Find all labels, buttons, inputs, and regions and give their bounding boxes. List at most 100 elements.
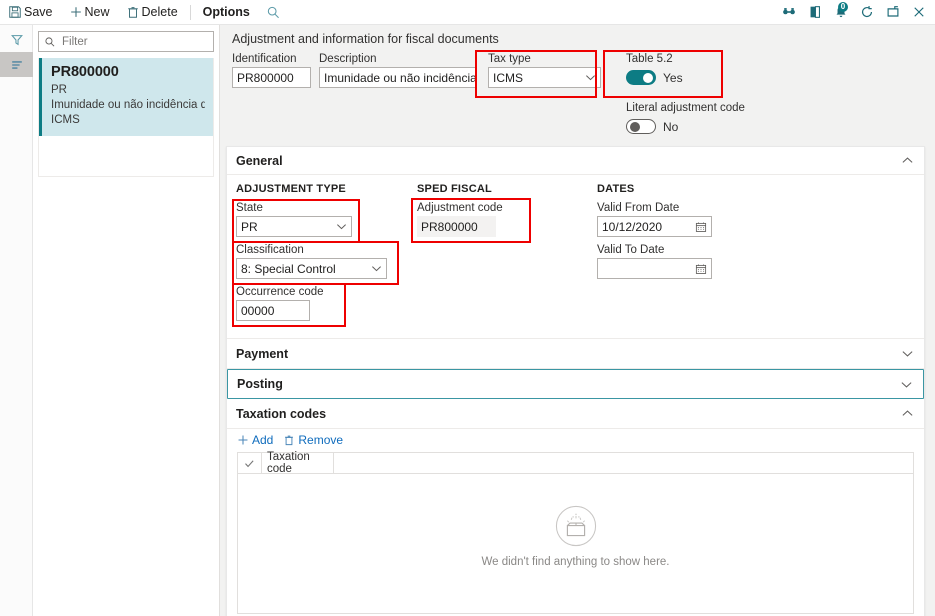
page-title: Adjustment and information for fiscal do… <box>232 32 499 46</box>
state-field: State PR <box>232 199 417 243</box>
sign-out-button[interactable] <box>803 0 827 24</box>
list-item-title: PR800000 <box>51 64 119 80</box>
trash-icon <box>283 434 295 446</box>
identification-input[interactable]: PR800000 <box>232 67 311 88</box>
list-item-line2: PR <box>51 84 67 96</box>
delete-button[interactable]: Delete <box>118 0 186 24</box>
options-button[interactable]: Options <box>195 0 258 24</box>
section-general-header[interactable]: General <box>227 147 924 174</box>
remove-button[interactable]: Remove <box>283 433 343 447</box>
calendar-icon[interactable] <box>695 221 707 233</box>
add-label: Add <box>252 433 274 447</box>
group-adjustment-type-title: ADJUSTMENT TYPE <box>236 183 346 195</box>
calendar-icon[interactable] <box>695 263 707 275</box>
classification-dropdown[interactable]: 8: Special Control <box>236 258 387 279</box>
identification-label: Identification <box>232 53 297 65</box>
left-icon-rail <box>0 25 33 616</box>
literal-adjustment-code-toggle-row: No <box>626 116 756 137</box>
select-all-checkbox[interactable] <box>238 453 262 473</box>
list-item-line3: Imunidade ou não incidência do im... <box>51 99 205 111</box>
valid-to-date-field: Valid To Date <box>597 244 797 279</box>
state-value: PR <box>241 219 258 234</box>
add-button[interactable]: Add <box>237 433 273 447</box>
group-sped-fiscal-title: SPED FISCAL <box>417 183 492 195</box>
tax-type-dropdown[interactable]: ICMS <box>488 67 601 88</box>
toolbar-search-button[interactable] <box>258 0 289 24</box>
filter-pane-button[interactable] <box>0 27 33 52</box>
new-button[interactable]: New <box>61 0 118 24</box>
list-view-button[interactable] <box>0 52 33 77</box>
chevron-down-icon <box>332 221 347 232</box>
description-input[interactable]: Imunidade ou não incidência... <box>319 67 476 88</box>
close-button[interactable] <box>907 0 931 24</box>
search-input[interactable] <box>60 34 208 49</box>
toolbar-divider <box>189 4 191 20</box>
list-view-icon <box>10 58 24 72</box>
empty-state: We didn't find anything to show here. <box>238 505 913 568</box>
grid-header-row: Taxation code <box>238 451 913 475</box>
tax-type-label: Tax type <box>488 53 531 65</box>
occurrence-code-input[interactable]: 00000 <box>236 300 310 321</box>
valid-from-date-label: Valid From Date <box>597 202 680 214</box>
options-label: Options <box>202 5 250 19</box>
adjustment-code-label: Adjustment code <box>417 202 503 214</box>
command-group: Save New Delete Options <box>0 0 289 24</box>
adjustment-code-value: PR800000 <box>417 216 496 237</box>
notifications-button[interactable]: 0 <box>829 0 853 24</box>
section-payment-header[interactable]: Payment <box>227 339 924 368</box>
chevron-down-icon <box>367 263 382 274</box>
plus-icon <box>237 434 249 446</box>
valid-to-date-input[interactable] <box>597 258 712 279</box>
valid-to-date-label: Valid To Date <box>597 244 665 256</box>
adjustment-code-field: Adjustment code PR800000 <box>411 198 597 243</box>
binoculars-button[interactable] <box>777 0 801 24</box>
refresh-button[interactable] <box>855 0 879 24</box>
main-content: Adjustment and information for fiscal do… <box>220 25 935 616</box>
new-label: New <box>84 5 110 19</box>
section-general-title: General <box>236 153 283 168</box>
classification-field: Classification 8: Special Control <box>232 241 417 285</box>
delete-label: Delete <box>141 5 178 19</box>
section-posting-header[interactable]: Posting <box>228 370 923 398</box>
section-taxation-codes: Taxation codes Add Remove Taxation code … <box>227 399 924 616</box>
table-52-value: Yes <box>663 70 683 85</box>
occurrence-code-field: Occurrence code 00000 <box>232 283 417 327</box>
literal-adjustment-code-value: No <box>663 119 679 134</box>
description-label: Description <box>319 53 377 65</box>
binoculars-icon <box>781 4 797 20</box>
top-command-bar: Save New Delete Options 0 <box>0 0 935 25</box>
chevron-down-icon[interactable] <box>901 347 914 360</box>
valid-from-date-input[interactable]: 10/12/2020 <box>597 216 712 237</box>
section-general: General ADJUSTMENT TYPE State PR Classif… <box>227 147 924 339</box>
table-52-toggle[interactable] <box>626 70 656 85</box>
section-taxation-codes-title: Taxation codes <box>236 406 327 421</box>
section-posting-title: Posting <box>237 377 283 391</box>
section-taxation-codes-header[interactable]: Taxation codes <box>227 399 924 428</box>
literal-adjustment-code-label: Literal adjustment code <box>626 102 745 114</box>
section-payment: Payment <box>227 339 924 369</box>
toggle-knob <box>643 72 653 83</box>
valid-from-date-value: 10/12/2020 <box>602 219 663 234</box>
list-empty-filler <box>39 136 213 176</box>
group-sped-fiscal: SPED FISCAL Adjustment code PR800000 <box>411 183 597 326</box>
list-item[interactable]: PR800000 PR Imunidade ou não incidência … <box>39 58 213 136</box>
chevron-up-icon[interactable] <box>901 407 914 420</box>
records-list: PR800000 PR Imunidade ou não incidência … <box>38 58 214 177</box>
empty-box-icon <box>555 505 597 547</box>
state-dropdown[interactable]: PR <box>236 216 352 237</box>
table-52-label: Table 5.2 <box>626 53 673 65</box>
details-card: General ADJUSTMENT TYPE State PR Classif… <box>226 146 925 616</box>
section-posting: Posting <box>227 369 924 399</box>
trash-icon <box>126 5 140 19</box>
column-header-taxation-code[interactable]: Taxation code <box>262 451 334 475</box>
chevron-down-icon[interactable] <box>900 378 913 391</box>
save-icon <box>8 5 22 19</box>
literal-adjustment-code-toggle[interactable] <box>626 119 656 134</box>
toggle-knob <box>630 121 640 132</box>
chevron-up-icon[interactable] <box>901 154 914 167</box>
list-filter-box[interactable] <box>38 31 214 52</box>
save-button[interactable]: Save <box>0 0 61 24</box>
valid-from-date-field: Valid From Date 10/12/2020 <box>597 202 797 237</box>
popout-button[interactable] <box>881 0 905 24</box>
group-dates: DATES Valid From Date 10/12/2020 Valid T… <box>597 183 797 326</box>
